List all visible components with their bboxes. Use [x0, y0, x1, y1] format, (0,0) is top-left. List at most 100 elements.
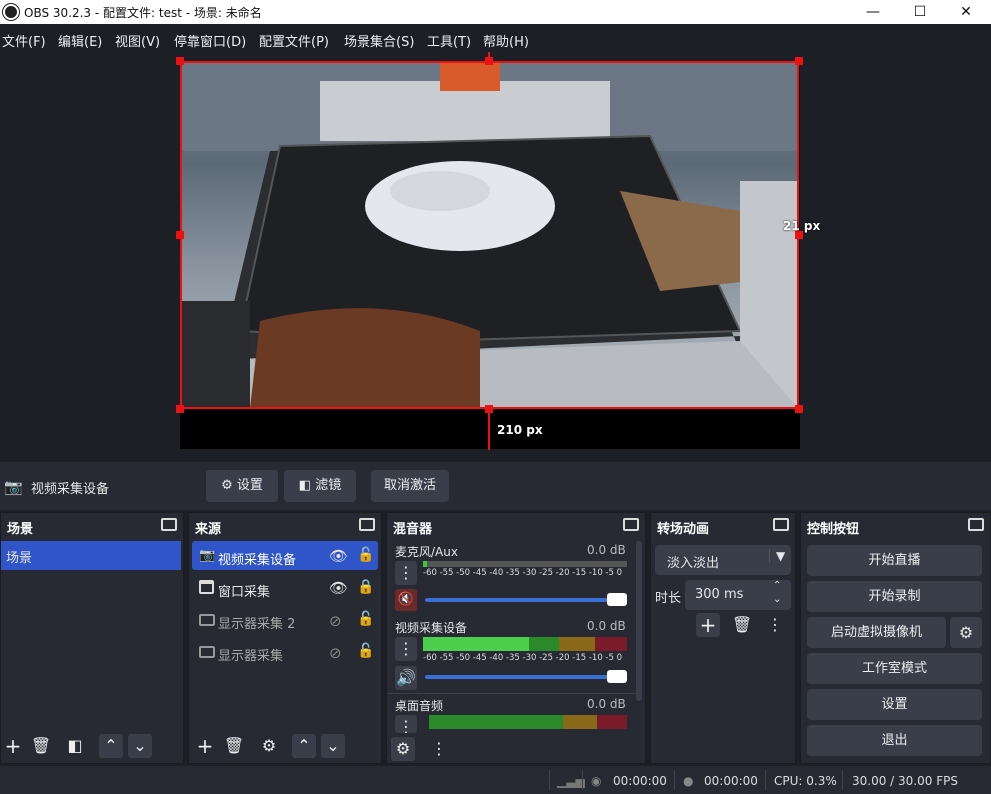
add-scene-icon[interactable]: + [1, 734, 25, 758]
record-time: 00:00:00 [704, 774, 758, 788]
transition-menu-icon[interactable]: ⋮ [763, 613, 787, 637]
transition-select-value: 淡入淡出 [667, 556, 720, 571]
source-item-label[interactable]: 窗口采集 [218, 581, 270, 600]
undock-icon[interactable] [161, 518, 177, 531]
remove-source-icon[interactable]: 🗑 [222, 734, 246, 758]
unlocked-icon[interactable]: 🔓 [357, 643, 374, 659]
menu-profile[interactable]: 配置文件(P) [259, 31, 329, 50]
status-separator [549, 770, 550, 790]
duration-spinbox[interactable]: 300 ms ⌃ ⌄ [685, 580, 791, 610]
spin-up-icon[interactable]: ⌃ [773, 580, 781, 591]
mixer-scrollbar[interactable] [636, 541, 642, 701]
mixer-divider [387, 693, 637, 694]
volume-slider[interactable] [425, 598, 625, 602]
volume-slider[interactable] [425, 675, 625, 679]
channel-menu-icon[interactable]: ⋮ [395, 561, 417, 585]
transition-select[interactable]: 淡入淡出 ▼ [655, 545, 791, 575]
offset-bottom-label: 210 px [497, 423, 543, 437]
menu-tools[interactable]: 工具(T) [427, 31, 471, 50]
duration-value: 300 ms [695, 587, 744, 602]
scene-filters-icon[interactable]: ◧ [63, 734, 87, 758]
hidden-eye-icon[interactable]: ⊘ [329, 644, 342, 662]
exit-button[interactable]: 退出 [807, 725, 982, 756]
move-up-icon[interactable]: ⌃ [99, 734, 123, 758]
start-streaming-button[interactable]: 开始直播 [807, 545, 982, 576]
audio-meter [423, 561, 627, 567]
unlocked-icon[interactable]: 🔓 [357, 611, 374, 627]
transitions-dock: 转场动画 淡入淡出 ▼ 时长 300 ms ⌃ ⌄ + 🗑 ⋮ [650, 512, 796, 764]
remove-transition-icon[interactable]: 🗑 [730, 613, 754, 637]
channel-menu-icon[interactable]: ⋮ [395, 637, 417, 661]
close-button[interactable]: ✕ [946, 2, 986, 22]
resize-handle-tr[interactable] [795, 57, 803, 65]
move-down-icon[interactable]: ⌄ [321, 734, 345, 758]
volume-slider-handle[interactable] [607, 593, 627, 606]
source-filters-button[interactable]: ◧ 滤镜 [284, 470, 356, 502]
mixer-dock-header: 混音器 [387, 513, 645, 537]
menu-view[interactable]: 视图(V) [115, 31, 160, 50]
resize-handle-tl[interactable] [176, 57, 184, 65]
mixer-dock: 混音器 麦克风/Aux 0.0 dB ⋮ -60 -55 -50 -45 -40… [386, 512, 646, 764]
maximize-button[interactable]: ☐ [900, 2, 940, 22]
start-recording-button[interactable]: 开始录制 [807, 581, 982, 612]
settings-button[interactable]: 设置 [807, 689, 982, 720]
deactivate-button[interactable]: 取消激活 [371, 470, 449, 502]
status-separator [582, 770, 583, 790]
undock-icon[interactable] [623, 518, 639, 531]
menu-edit[interactable]: 编辑(E) [58, 31, 102, 50]
undock-icon[interactable] [773, 518, 789, 531]
add-source-icon[interactable]: + [193, 734, 217, 758]
hidden-eye-icon[interactable]: ⊘ [329, 612, 342, 630]
add-transition-icon[interactable]: + [696, 613, 720, 637]
visible-eye-icon[interactable]: 👁 [329, 579, 348, 597]
mixer-channel-name: 麦克风/Aux [395, 545, 458, 559]
mixer-menu-icon[interactable]: ⋮ [427, 737, 451, 761]
studio-mode-button[interactable]: 工作室模式 [807, 653, 982, 684]
stream-status-icon: ◉ [591, 774, 602, 788]
channel-menu-icon[interactable]: ⋮ [395, 715, 417, 736]
menu-scene-collection[interactable]: 场景集合(S) [344, 31, 414, 50]
stream-time: 00:00:00 [613, 774, 667, 788]
lock-icon[interactable]: 🔒 [357, 579, 374, 595]
controls-dock-header: 控制按钮 [801, 513, 990, 537]
undock-icon[interactable] [359, 518, 375, 531]
visible-eye-icon[interactable]: 👁 [329, 547, 348, 565]
undock-icon[interactable] [968, 518, 984, 531]
menu-docks[interactable]: 停靠窗口(D) [174, 31, 246, 50]
minimize-button[interactable]: — [853, 2, 893, 22]
scenes-dock-header: 场景 [1, 513, 183, 537]
offset-right-label: 21 px [783, 219, 821, 233]
transitions-dock-header: 转场动画 [651, 513, 795, 537]
spin-down-icon[interactable]: ⌄ [773, 594, 781, 605]
mixer-settings-gear-icon[interactable]: ⚙ [391, 737, 415, 761]
menu-bar: 文件(F) 编辑(E) 视图(V) 停靠窗口(D) 配置文件(P) 场景集合(S… [0, 24, 991, 52]
meter-scale: -60 -55 -50 -45 -40 -35 -30 -25 -20 -15 … [423, 568, 623, 578]
window-icon [199, 580, 214, 594]
mixer-channel-name: 桌面音频 [395, 699, 444, 713]
volume-slider-handle[interactable] [607, 670, 627, 683]
resize-handle-bl[interactable] [176, 405, 184, 413]
filter-icon: ◧ [298, 478, 312, 493]
start-virtual-camera-button[interactable]: 启动虚拟摄像机 [807, 617, 946, 648]
menu-file[interactable]: 文件(F) [2, 31, 46, 50]
muted-speaker-icon[interactable]: 🔇 [395, 589, 417, 611]
resize-handle-br[interactable] [795, 405, 803, 413]
source-settings-button[interactable]: ⚙ 设置 [206, 470, 278, 502]
source-selection-box[interactable] [180, 61, 799, 409]
status-bar: ▁▃▅ ◉ 00:00:00 ● 00:00:00 CPU: 0.3% 30.0… [0, 766, 991, 794]
move-up-icon[interactable]: ⌃ [292, 734, 316, 758]
speaker-icon[interactable]: 🔊 [395, 666, 417, 690]
remove-scene-icon[interactable]: 🗑 [29, 734, 53, 758]
source-item-label: 视频采集设备 [218, 553, 297, 568]
unlocked-icon[interactable]: 🔓 [357, 547, 374, 563]
status-separator [674, 770, 675, 790]
menu-help[interactable]: 帮助(H) [483, 31, 529, 50]
resize-handle-l[interactable] [176, 231, 184, 239]
virtual-camera-gear-icon[interactable]: ⚙ [950, 617, 982, 648]
source-item-label[interactable]: 显示器采集 [218, 645, 283, 664]
offset-line-bottom [488, 409, 490, 450]
move-down-icon[interactable]: ⌄ [128, 734, 152, 758]
scene-item[interactable]: 场景 [1, 541, 181, 570]
source-properties-gear-icon[interactable]: ⚙ [257, 734, 281, 758]
source-item-label[interactable]: 显示器采集 2 [218, 613, 295, 632]
